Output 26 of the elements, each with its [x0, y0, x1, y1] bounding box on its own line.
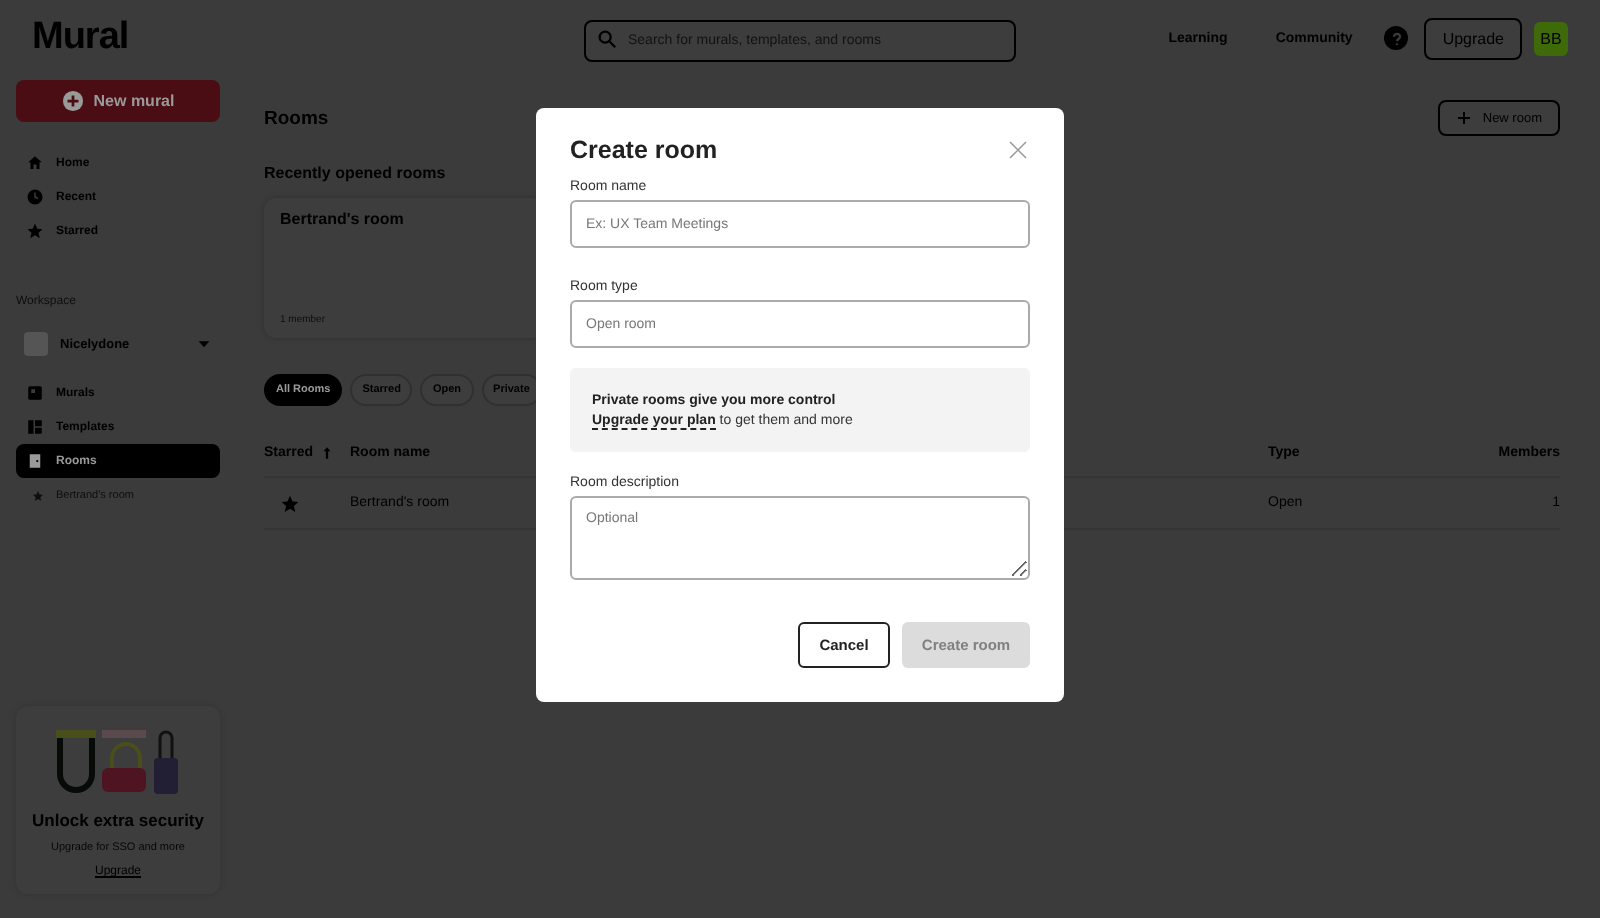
- sort-arrow-icon: [319, 446, 334, 460]
- promo-title: Unlock extra security: [32, 809, 204, 830]
- caret-icon: [196, 336, 212, 352]
- star-icon: [26, 222, 44, 240]
- star-icon: [32, 489, 44, 501]
- section-title: Recently opened rooms: [264, 164, 448, 182]
- close-icon: [1006, 138, 1030, 162]
- door-icon: [26, 452, 44, 470]
- search-icon: [596, 27, 618, 49]
- dialog-title: Create room: [570, 136, 718, 164]
- plus-circle-icon: [61, 90, 84, 112]
- question-mark-icon: [1387, 29, 1406, 47]
- plus-icon: [1456, 110, 1473, 126]
- workspace-icon: [24, 332, 48, 356]
- clock-icon: [26, 188, 44, 206]
- new-mural-button[interactable]: New mural: [16, 80, 220, 122]
- page-title: Rooms: [264, 107, 329, 129]
- home-icon: [26, 154, 44, 172]
- template-icon: [26, 418, 44, 436]
- mural-icon: [26, 384, 44, 402]
- starred-icon: [280, 493, 300, 513]
- help-icon[interactable]: [1384, 26, 1409, 50]
- mural-logo: Mural: [30, 16, 131, 60]
- upgrade-button[interactable]: Upgrade: [1424, 17, 1522, 59]
- room-name: Bertrand's room: [280, 210, 406, 228]
- user-avatar[interactable]: BB: [1534, 21, 1568, 55]
